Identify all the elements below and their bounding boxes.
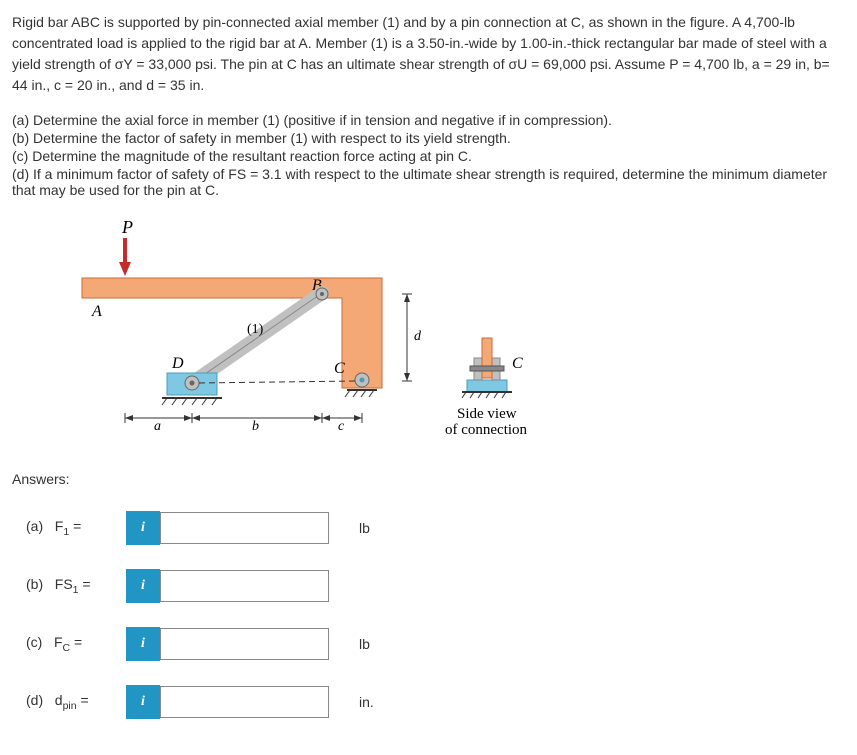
part-b: (b) Determine the factor of safety in me… [12,130,845,146]
answer-row-b: (b) FS1 = i [12,569,845,603]
answer-input-b[interactable] [160,570,329,602]
problem-figure: P A B D (1) C [62,218,845,451]
answer-row-c: (c) FC = i lb [12,627,845,661]
part-d: (d) If a minimum factor of safety of FS … [12,166,845,198]
answer-unit-d: in. [359,694,399,710]
side-C: C [512,355,523,372]
problem-paragraph-1: Rigid bar ABC is supported by pin-connec… [12,12,845,96]
dim-b: b [252,419,259,434]
dim-c: c [338,419,345,434]
label-D: D [171,355,184,372]
answer-unit-c: lb [359,636,399,652]
answer-input-c[interactable] [160,628,329,660]
info-icon-a[interactable]: i [126,511,160,545]
answer-label-b: (b) FS1 = [12,576,126,596]
info-icon-d[interactable]: i [126,685,160,719]
answer-label-d: (d) dpin = [12,692,126,712]
side-view-1: Side view [457,406,517,422]
label-one: (1) [247,322,264,337]
label-P: P [121,218,133,237]
answer-row-d: (d) dpin = i in. [12,685,845,719]
part-c: (c) Determine the magnitude of the resul… [12,148,845,164]
part-a: (a) Determine the axial force in member … [12,112,845,128]
label-A: A [91,303,102,320]
label-C: C [334,360,345,377]
answer-label-c: (c) FC = [12,634,126,654]
info-icon-b[interactable]: i [126,569,160,603]
dim-a: a [154,419,161,434]
side-view-2: of connection [445,422,528,438]
info-icon-c[interactable]: i [126,627,160,661]
answer-label-a: (a) F1 = [12,518,126,538]
dim-d: d [414,329,422,344]
answers-header: Answers: [12,471,845,487]
answer-row-a: (a) F1 = i lb [12,511,845,545]
answer-input-a[interactable] [160,512,329,544]
answer-input-d[interactable] [160,686,329,718]
answer-unit-a: lb [359,520,399,536]
